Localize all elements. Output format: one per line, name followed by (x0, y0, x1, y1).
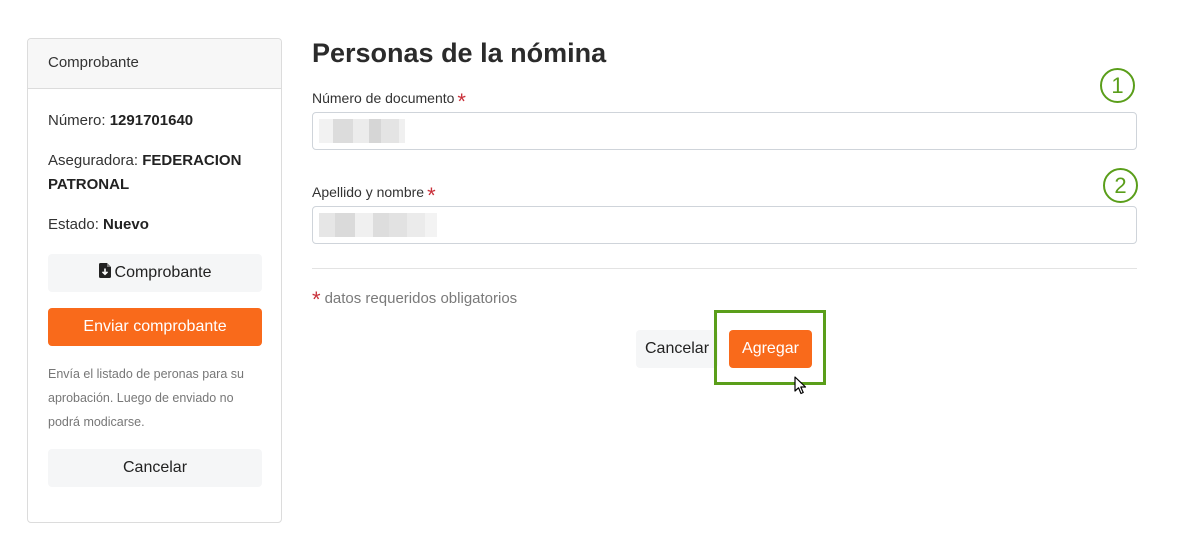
mouse-pointer-icon (794, 376, 808, 401)
nombre-label-text: Apellido y nombre (312, 184, 425, 200)
form-cancel-button[interactable]: Cancelar (636, 330, 718, 368)
agregar-button[interactable]: Agregar (729, 330, 812, 368)
aseguradora-info: Aseguradora: FEDERACION PATRONAL (48, 149, 261, 197)
required-note: * datos requeridos obligatorios (312, 287, 517, 313)
sidebar-cancel-button[interactable]: Cancelar (48, 449, 262, 487)
estado-value: Nuevo (103, 216, 149, 233)
page-title: Personas de la nómina (312, 38, 607, 68)
file-download-icon (98, 263, 111, 283)
estado-label: Estado: (48, 216, 99, 233)
numero-info: Número: 1291701640 (48, 109, 261, 133)
send-help-text: Envía el listado de peronas para su apro… (48, 367, 244, 429)
numero-label: Número: (48, 112, 106, 129)
estado-info: Estado: Nuevo (48, 213, 261, 237)
numero-value: 1291701640 (109, 112, 194, 129)
nombre-input[interactable] (312, 206, 1137, 244)
comprobante-button-label: Comprobante (114, 264, 212, 281)
card-body: Número: 1291701640 Aseguradora: FEDERACI… (28, 89, 281, 487)
required-asterisk: * (312, 287, 321, 312)
required-note-text: datos requeridos obligatorios (324, 290, 518, 307)
step-1-badge: 1 (1100, 68, 1135, 103)
redacted-value (319, 213, 437, 237)
required-asterisk: * (457, 89, 466, 114)
aseguradora-label: Aseguradora: (48, 152, 139, 169)
card-header: Comprobante (28, 39, 281, 89)
redacted-value (319, 119, 405, 143)
comprobante-button[interactable]: Comprobante (48, 254, 262, 292)
documento-input[interactable] (312, 112, 1137, 150)
form-divider (312, 268, 1137, 269)
documento-label-text: Número de documento (312, 90, 455, 106)
required-asterisk: * (427, 183, 436, 208)
step-2-badge: 2 (1103, 168, 1138, 203)
enviar-comprobante-button[interactable]: Enviar comprobante (48, 308, 262, 346)
comprobante-card: Comprobante Número: 1291701640 Asegurado… (27, 38, 282, 523)
